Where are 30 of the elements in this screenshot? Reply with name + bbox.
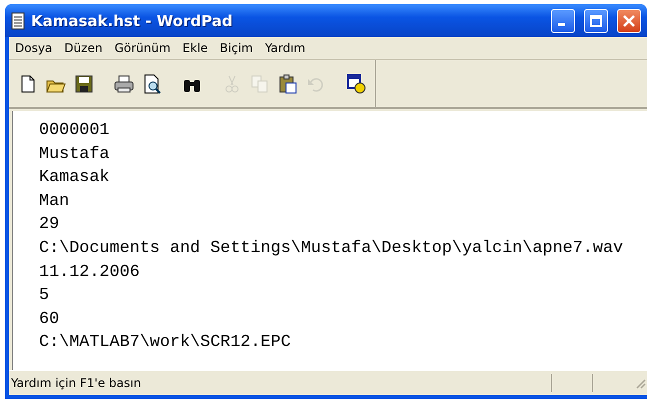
text-line: C:\MATLAB7\work\SCR12.EPC	[39, 332, 292, 354]
close-button[interactable]	[617, 8, 641, 32]
maximize-icon	[589, 14, 603, 28]
text-line: 11.12.2006	[39, 262, 141, 284]
menu-item[interactable]: Ekle	[176, 41, 214, 55]
save-icon[interactable]	[73, 72, 95, 94]
menu-item[interactable]: Düzen	[58, 41, 108, 55]
maximize-button[interactable]	[584, 8, 608, 32]
calendar-clock-icon[interactable]	[345, 72, 367, 94]
document-area[interactable]: 0000001 Mustafa Kamasak Man 29 C:\Documents and Settings\Mustafa\Desktop\yalcin\apne7.wav 11.12.2006 5 60 C:\MATLAB7\work\SCR12.EPC	[12, 111, 647, 370]
text-line: 60	[39, 308, 60, 331]
text-line: Man	[39, 190, 70, 213]
menu-item[interactable]: Dosya	[9, 41, 58, 55]
text-line: Mustafa	[39, 144, 110, 166]
minimize-icon	[558, 23, 564, 26]
notepad-icon	[11, 12, 25, 30]
menu-item[interactable]: Görünüm	[108, 41, 177, 55]
text-line: 0000001	[39, 120, 110, 142]
text-line: Kamasak	[39, 167, 110, 190]
text-line: C:\Documents and Settings\Mustafa\Desktop\yalcin\apne7.wav	[39, 238, 624, 260]
menu-item[interactable]: Biçim	[214, 41, 259, 55]
text-line: 5	[39, 285, 50, 308]
clipboard-icon[interactable]	[277, 72, 299, 94]
printer-icon[interactable]	[113, 72, 135, 94]
close-icon	[622, 14, 636, 28]
minimize-button[interactable]	[551, 8, 575, 32]
window-title: Kamasak.hst - WordPad	[31, 12, 234, 30]
text-line: 29	[39, 214, 60, 236]
menu-item[interactable]: Yardım	[258, 41, 312, 55]
status-text: Yardım için F1'e basın	[10, 376, 142, 390]
